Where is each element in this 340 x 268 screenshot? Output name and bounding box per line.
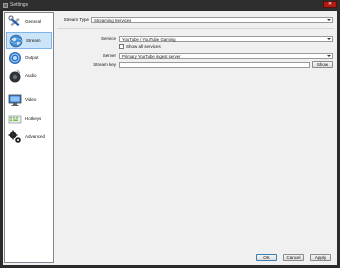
show-all-services-label: Show all services	[126, 44, 161, 49]
sidebar-item-video[interactable]: Video	[6, 92, 52, 109]
title-bar[interactable]: Settings ✕	[0, 0, 340, 11]
sidebar-item-label: Video	[25, 97, 37, 102]
keyboard-icon	[8, 112, 22, 126]
sidebar-item-label: General	[25, 19, 42, 24]
cancel-button[interactable]: Cancel	[283, 254, 304, 261]
monitor-icon	[8, 93, 22, 107]
settings-window: Settings ✕ General Stream Output Audio V…	[0, 0, 340, 268]
sidebar-item-label: Hotkeys	[25, 116, 42, 121]
service-value: YouTube / YouTube Gaming	[122, 37, 176, 42]
show-button-label: Show	[316, 62, 329, 67]
sidebar-item-output[interactable]: Output	[6, 50, 52, 67]
speaker-icon	[8, 69, 22, 83]
cancel-button-label: Cancel	[286, 255, 301, 260]
close-button[interactable]: ✕	[323, 1, 337, 8]
service-label: Service	[100, 36, 116, 41]
show-stream-key-button[interactable]: Show	[312, 61, 333, 68]
settings-sidebar: General Stream Output Audio Video Hotkey…	[4, 12, 54, 263]
sidebar-item-label: Output	[25, 55, 39, 60]
ok-button[interactable]: OK	[256, 254, 277, 261]
stream-type-select[interactable]: Streaming Services	[91, 17, 333, 23]
chevron-down-icon	[327, 38, 331, 40]
sidebar-item-hotkeys[interactable]: Hotkeys	[6, 111, 52, 128]
section-divider	[57, 28, 334, 29]
stream-type-value: Streaming Services	[94, 18, 132, 23]
window-client-area: General Stream Output Audio Video Hotkey…	[3, 11, 337, 265]
server-value: Primary YouTube ingest server	[122, 54, 181, 59]
output-signal-icon	[8, 51, 22, 65]
sidebar-item-stream[interactable]: Stream	[6, 32, 52, 49]
sidebar-item-audio[interactable]: Audio	[6, 68, 52, 85]
ok-button-label: OK	[263, 255, 270, 260]
service-select[interactable]: YouTube / YouTube Gaming	[119, 36, 333, 42]
stream-key-input[interactable]	[119, 62, 310, 68]
app-icon	[3, 3, 8, 8]
window-title: Settings	[10, 2, 29, 8]
sidebar-item-general[interactable]: General	[6, 14, 52, 31]
sidebar-item-label: Stream	[26, 38, 41, 43]
server-label: Server	[102, 53, 116, 58]
globe-icon	[9, 34, 23, 48]
chevron-down-icon	[327, 19, 331, 21]
sidebar-item-advanced[interactable]: Advanced	[6, 129, 52, 146]
close-icon: ✕	[327, 1, 333, 7]
apply-button[interactable]: Apply	[310, 254, 331, 261]
sidebar-item-label: Audio	[25, 73, 37, 78]
gears-icon	[8, 130, 22, 144]
show-all-services-checkbox[interactable]	[119, 44, 124, 49]
chevron-down-icon	[327, 55, 331, 57]
apply-button-label: Apply	[314, 255, 327, 260]
wrench-screwdriver-icon	[8, 15, 22, 29]
stream-type-label: Stream Type	[63, 17, 89, 22]
stream-settings-panel: Stream Type Streaming Services Service Y…	[56, 12, 335, 246]
sidebar-item-label: Advanced	[25, 134, 46, 139]
stream-key-label: Stream key	[93, 62, 116, 67]
server-select[interactable]: Primary YouTube ingest server	[119, 53, 333, 59]
